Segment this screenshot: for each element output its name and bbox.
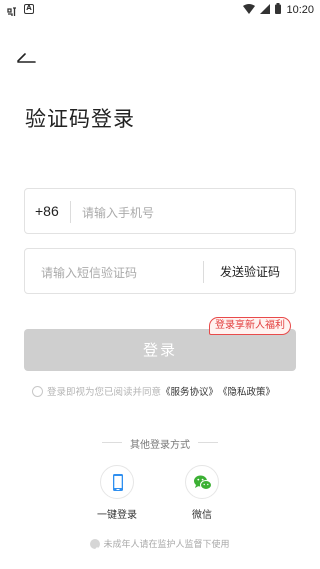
agreement-checkbox[interactable]: [32, 385, 43, 397]
one-click-login-label: 一键登录: [97, 510, 137, 521]
wechat-icon: [194, 475, 212, 490]
page-title: 验证码登录: [25, 107, 135, 131]
other-login-title: 其他登录方式: [130, 440, 190, 451]
back-arrow-icon: [17, 53, 36, 63]
send-code-button[interactable]: 发送验证码: [203, 249, 297, 295]
one-click-login[interactable]: 一键登录: [87, 465, 147, 521]
back-button[interactable]: [14, 48, 38, 66]
other-login-right-line: [198, 442, 218, 443]
sms-code-input[interactable]: 请输入短信验证码: [41, 264, 137, 281]
minor-notice-text: 未成年人请在监护人监督下使用: [103, 540, 230, 550]
status-time: 10:20: [286, 4, 314, 16]
battery-icon: [275, 3, 282, 17]
login-button[interactable]: 登录: [24, 329, 296, 371]
privacy-policy-link[interactable]: 《隐私政策》: [218, 384, 275, 398]
phone-field[interactable]: +86 请输入手机号: [24, 188, 296, 234]
one-click-login-button[interactable]: [100, 465, 134, 499]
service-agreement-link[interactable]: 《服务协议》: [161, 384, 218, 398]
wechat-login-button[interactable]: [185, 465, 219, 499]
mobile-phone-icon: [113, 474, 123, 491]
sms-code-field[interactable]: 请输入短信验证码 发送验证码: [24, 248, 296, 294]
phone-input[interactable]: 请输入手机号: [82, 204, 154, 221]
app-a-notification-icon: A: [24, 4, 34, 14]
phone-field-divider: [70, 201, 71, 223]
status-bar-system: 10:20: [243, 3, 314, 17]
agreement-row: 登录即视为您已阅读并同意 《服务协议》 《隐私政策》: [32, 384, 275, 398]
app-notification-icon: [6, 3, 18, 16]
signal-icon: [260, 3, 271, 17]
check-icon: [90, 538, 101, 552]
wifi-icon: [243, 3, 256, 17]
country-code[interactable]: +86: [35, 203, 59, 219]
agreement-text: 登录即视为您已阅读并同意: [47, 387, 162, 398]
status-bar-notifications: A: [6, 3, 34, 16]
status-bar: A 10:20: [0, 0, 320, 20]
wechat-login[interactable]: 微信: [172, 465, 232, 521]
wechat-login-label: 微信: [192, 510, 212, 521]
new-user-promo-badge: 登录享新人福利: [209, 317, 291, 335]
minor-notice: 未成年人请在监护人监督下使用: [0, 537, 320, 552]
